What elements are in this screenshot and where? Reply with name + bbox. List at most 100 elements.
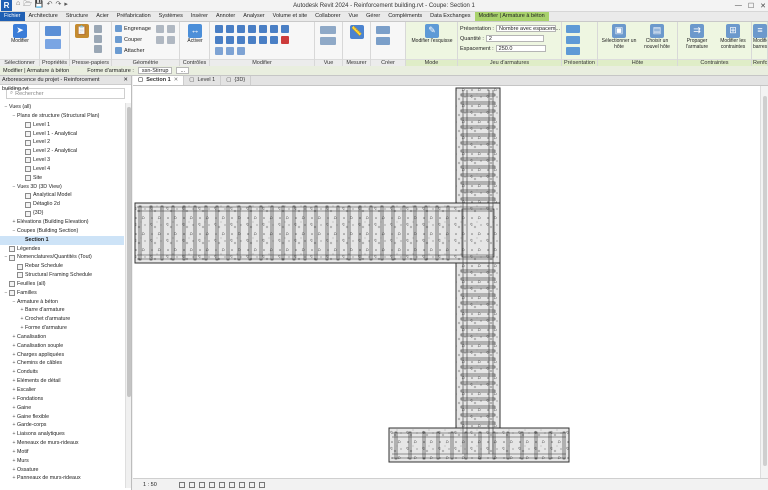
minimize-icon[interactable]: —: [735, 2, 742, 10]
paint-icon[interactable]: [167, 25, 175, 33]
canvas-scrollbar[interactable]: [760, 86, 768, 478]
tab-annotate[interactable]: Annoter: [212, 12, 239, 21]
copy-icon[interactable]: [94, 35, 102, 43]
drawing-canvas[interactable]: [133, 86, 768, 478]
undo-icon[interactable]: ↶: [47, 0, 53, 11]
browser-item[interactable]: Rebar Schedule: [0, 262, 124, 271]
browser-search-input[interactable]: ⌕ Rechercher: [6, 88, 125, 99]
create-similar-icon[interactable]: [376, 37, 390, 45]
rebar-shape-select[interactable]: ssn-Stirrup: [137, 67, 173, 74]
quantity-input[interactable]: 2: [485, 35, 544, 42]
edit-sketch-button[interactable]: ✎ Modifier l'esquisse: [409, 24, 455, 45]
browser-item[interactable]: Level 2 - Analytical: [0, 147, 124, 156]
reveal-hidden-icon[interactable]: [248, 481, 255, 488]
browser-item[interactable]: + Fondations: [0, 395, 124, 404]
pick-new-host-button[interactable]: ▤ Choisir un nouvel hôte: [638, 24, 676, 50]
edit-constraints-button[interactable]: ⊞ Modifier les contraintes: [715, 24, 751, 50]
browser-item[interactable]: + Charges appliquées: [0, 351, 124, 360]
tab-data-exchanges[interactable]: Data Exchanges: [426, 12, 474, 21]
browser-item[interactable]: Level 4: [0, 165, 124, 174]
open-icon[interactable]: 🗁: [23, 0, 32, 11]
rotate-icon[interactable]: [237, 36, 245, 44]
browser-item[interactable]: − Plans de structure (Structural Plan): [0, 112, 124, 121]
save-icon[interactable]: 💾: [35, 0, 44, 11]
browser-item[interactable]: − Nomenclatures/Quantités (Tout): [0, 253, 124, 262]
browser-item[interactable]: + Gaine flexible: [0, 413, 124, 422]
show-crop-icon[interactable]: [228, 481, 235, 488]
browser-scrollbar[interactable]: [125, 103, 131, 488]
browser-item[interactable]: − Coupes (Building Section): [0, 227, 124, 236]
browser-item[interactable]: Analytical Model: [0, 191, 124, 200]
hide-icon[interactable]: [320, 26, 336, 34]
delete-icon[interactable]: [281, 36, 289, 44]
browser-item[interactable]: + Forme d'armature: [0, 324, 124, 333]
browser-item[interactable]: + Canalisation souple: [0, 342, 124, 351]
tab-precast[interactable]: Préfabrication: [113, 12, 155, 21]
revit-logo-icon[interactable]: R: [1, 0, 12, 11]
cope-button[interactable]: Engrenage: [115, 25, 151, 32]
create-group-icon[interactable]: [376, 26, 390, 34]
analytical-model-icon[interactable]: [258, 481, 265, 488]
presentation-first-last-icon[interactable]: [566, 47, 580, 55]
split-gap-icon[interactable]: [281, 25, 289, 33]
view-tab[interactable]: ▢ {3D}: [221, 76, 252, 85]
activate-button[interactable]: ↔ Activer: [183, 24, 207, 45]
tab-massing[interactable]: Volume et site: [269, 12, 312, 21]
unpin-icon[interactable]: [226, 47, 234, 55]
temporary-hide-icon[interactable]: [238, 481, 245, 488]
paste-button[interactable]: 📋: [73, 24, 91, 39]
pin-icon[interactable]: [215, 47, 223, 55]
split-icon[interactable]: [270, 25, 278, 33]
tab-collaborate[interactable]: Collaborer: [311, 12, 344, 21]
cut-geometry-button[interactable]: Couper: [115, 36, 142, 43]
browser-item[interactable]: − Armature à béton: [0, 298, 124, 307]
cut-icon[interactable]: [94, 25, 102, 33]
browser-item[interactable]: + Elévations (Building Elevation): [0, 218, 124, 227]
type-properties-icon[interactable]: [45, 39, 61, 49]
browser-item[interactable]: Feuilles (all): [0, 280, 124, 289]
detail-level-icon[interactable]: [178, 481, 185, 488]
browser-item[interactable]: + Eléments de détail: [0, 377, 124, 386]
scale-icon[interactable]: [270, 36, 278, 44]
browser-item[interactable]: + Canalisation: [0, 333, 124, 342]
browser-item[interactable]: Section 1: [0, 235, 124, 245]
view-tab[interactable]: ▢ Section 1 ✕: [133, 76, 185, 85]
tab-view[interactable]: Vue: [345, 12, 363, 21]
view-visibility-icon[interactable]: [566, 25, 580, 33]
tab-architecture[interactable]: Architecture: [25, 12, 62, 21]
visual-style-icon[interactable]: [188, 481, 195, 488]
browser-item[interactable]: Détaglio 2d: [0, 200, 124, 209]
browser-item[interactable]: + Barre d'armature: [0, 306, 124, 315]
close-tab-icon[interactable]: ✕: [174, 76, 179, 85]
tab-file[interactable]: Fichier: [0, 12, 25, 21]
copy-element-icon[interactable]: [226, 36, 234, 44]
redo-icon[interactable]: ↷: [56, 0, 62, 11]
tab-analyze[interactable]: Analyser: [239, 12, 268, 21]
section-drawing[interactable]: [133, 86, 760, 478]
mirror-axis-icon[interactable]: [237, 25, 245, 33]
trim-extend-icon[interactable]: [248, 36, 256, 44]
presentation-select[interactable]: Nombre avec espacem...: [495, 25, 560, 32]
sun-path-icon[interactable]: [198, 481, 205, 488]
browser-item[interactable]: + Chemins de câbles: [0, 359, 124, 368]
browser-scroll-thumb[interactable]: [127, 107, 131, 397]
select-host-button[interactable]: ▣ Sélectionner un hôte: [600, 24, 638, 50]
propagate-rebar-button[interactable]: ⇉ Propager l'armature: [680, 24, 714, 50]
crop-view-icon[interactable]: [218, 481, 225, 488]
browser-item[interactable]: Level 2: [0, 138, 124, 147]
tab-manage[interactable]: Gérer: [362, 12, 384, 21]
edit-bars-button[interactable]: ≡ Modifier les barres: [753, 24, 767, 50]
tab-addins[interactable]: Compléments: [384, 12, 426, 21]
browser-item[interactable]: + Gaine: [0, 404, 124, 413]
modify-button[interactable]: ➤ Modifier: [7, 24, 33, 45]
view-tab[interactable]: ▢ Level 1: [184, 76, 222, 85]
tab-steel[interactable]: Acier: [92, 12, 113, 21]
join-button[interactable]: Attacher: [115, 47, 144, 54]
browser-item[interactable]: Site: [0, 174, 124, 183]
tab-insert[interactable]: Insérer: [187, 12, 212, 21]
trim-icon[interactable]: [259, 25, 267, 33]
browser-item[interactable]: {3D}: [0, 209, 124, 218]
browser-item[interactable]: + Crochet d'armature: [0, 315, 124, 324]
mirror-draw-icon[interactable]: [248, 25, 256, 33]
browser-item[interactable]: + Ossature: [0, 466, 124, 475]
